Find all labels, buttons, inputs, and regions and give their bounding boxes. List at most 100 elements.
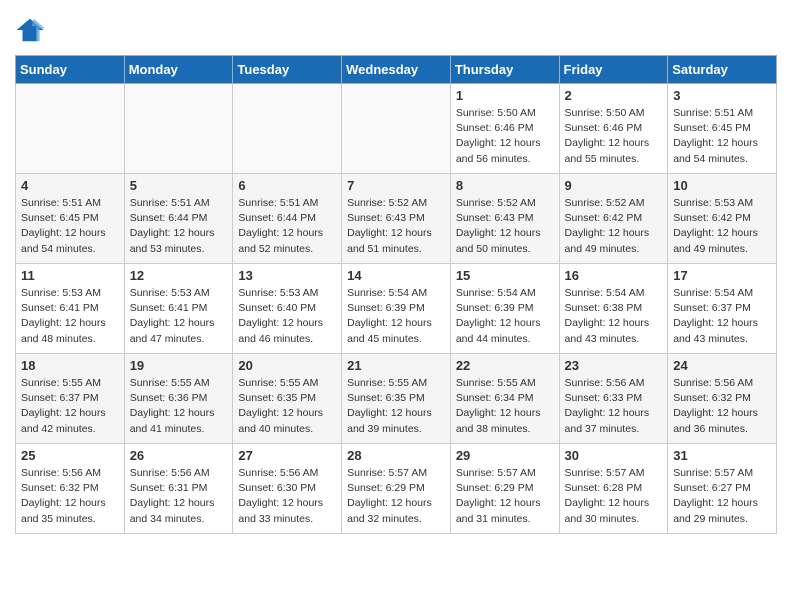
day-number: 31 bbox=[673, 448, 771, 463]
column-header-tuesday: Tuesday bbox=[233, 56, 342, 84]
day-info: Sunrise: 5:53 AM Sunset: 6:41 PM Dayligh… bbox=[21, 286, 119, 347]
calendar-cell: 15Sunrise: 5:54 AM Sunset: 6:39 PM Dayli… bbox=[450, 264, 559, 354]
day-info: Sunrise: 5:53 AM Sunset: 6:40 PM Dayligh… bbox=[238, 286, 336, 347]
day-info: Sunrise: 5:54 AM Sunset: 6:38 PM Dayligh… bbox=[565, 286, 663, 347]
calendar-cell bbox=[233, 84, 342, 174]
day-info: Sunrise: 5:53 AM Sunset: 6:42 PM Dayligh… bbox=[673, 196, 771, 257]
day-info: Sunrise: 5:52 AM Sunset: 6:42 PM Dayligh… bbox=[565, 196, 663, 257]
calendar-cell: 27 Sunrise: 5:56 AM Sunset: 6:30 PM Dayli… bbox=[233, 444, 342, 534]
day-info: Sunrise: 5:55 AM Sunset: 6:35 PM Dayligh… bbox=[238, 376, 336, 437]
day-number: 14 bbox=[347, 268, 445, 283]
calendar-cell: 20 Sunrise: 5:55 AM Sunset: 6:35 PM Dayli… bbox=[233, 354, 342, 444]
day-info: Sunrise: 5:53 AM Sunset: 6:41 PM Dayligh… bbox=[130, 286, 228, 347]
day-number: 13 bbox=[238, 268, 336, 283]
day-number: 19 bbox=[130, 358, 228, 373]
page-header bbox=[15, 15, 777, 45]
day-info: Sunrise: 5:52 AM Sunset: 6:43 PM Dayligh… bbox=[456, 196, 554, 257]
calendar-cell: 5 Sunrise: 5:51 AM Sunset: 6:44 PM Daylig… bbox=[124, 174, 233, 264]
day-number: 22 bbox=[456, 358, 554, 373]
calendar-cell bbox=[124, 84, 233, 174]
column-header-monday: Monday bbox=[124, 56, 233, 84]
calendar-header-row: SundayMondayTuesdayWednesdayThursdayFrid… bbox=[16, 56, 777, 84]
day-number: 4 bbox=[21, 178, 119, 193]
day-info: Sunrise: 5:54 AM Sunset: 6:39 PM Dayligh… bbox=[456, 286, 554, 347]
day-number: 26 bbox=[130, 448, 228, 463]
day-number: 5 bbox=[130, 178, 228, 193]
day-number: 10 bbox=[673, 178, 771, 193]
day-number: 30 bbox=[565, 448, 663, 463]
calendar-cell bbox=[342, 84, 451, 174]
calendar-cell: 4Sunrise: 5:51 AM Sunset: 6:45 PM Daylig… bbox=[16, 174, 125, 264]
day-number: 6 bbox=[238, 178, 336, 193]
day-info: Sunrise: 5:56 AM Sunset: 6:32 PM Dayligh… bbox=[673, 376, 771, 437]
column-header-thursday: Thursday bbox=[450, 56, 559, 84]
calendar-cell: 30 Sunrise: 5:57 AM Sunset: 6:28 PM Dayli… bbox=[559, 444, 668, 534]
calendar-cell: 29 Sunrise: 5:57 AM Sunset: 6:29 PM Dayli… bbox=[450, 444, 559, 534]
day-number: 9 bbox=[565, 178, 663, 193]
day-number: 8 bbox=[456, 178, 554, 193]
day-number: 3 bbox=[673, 88, 771, 103]
day-info: Sunrise: 5:57 AM Sunset: 6:28 PM Dayligh… bbox=[565, 466, 663, 527]
calendar-cell: 22Sunrise: 5:55 AM Sunset: 6:34 PM Dayli… bbox=[450, 354, 559, 444]
day-info: Sunrise: 5:57 AM Sunset: 6:29 PM Dayligh… bbox=[456, 466, 554, 527]
calendar-table: SundayMondayTuesdayWednesdayThursdayFrid… bbox=[15, 55, 777, 534]
day-number: 11 bbox=[21, 268, 119, 283]
calendar-cell: 21 Sunrise: 5:55 AM Sunset: 6:35 PM Dayli… bbox=[342, 354, 451, 444]
day-info: Sunrise: 5:54 AM Sunset: 6:39 PM Dayligh… bbox=[347, 286, 445, 347]
calendar-cell: 1 Sunrise: 5:50 AM Sunset: 6:46 PM Daylig… bbox=[450, 84, 559, 174]
calendar-cell: 10 Sunrise: 5:53 AM Sunset: 6:42 PM Dayli… bbox=[668, 174, 777, 264]
day-number: 29 bbox=[456, 448, 554, 463]
column-header-sunday: Sunday bbox=[16, 56, 125, 84]
day-info: Sunrise: 5:56 AM Sunset: 6:32 PM Dayligh… bbox=[21, 466, 119, 527]
day-number: 18 bbox=[21, 358, 119, 373]
day-info: Sunrise: 5:50 AM Sunset: 6:46 PM Dayligh… bbox=[456, 106, 554, 167]
calendar-cell: 18 Sunrise: 5:55 AM Sunset: 6:37 PM Dayli… bbox=[16, 354, 125, 444]
calendar-cell: 28 Sunrise: 5:57 AM Sunset: 6:29 PM Dayli… bbox=[342, 444, 451, 534]
calendar-cell: 14 Sunrise: 5:54 AM Sunset: 6:39 PM Dayli… bbox=[342, 264, 451, 354]
calendar-cell: 2Sunrise: 5:50 AM Sunset: 6:46 PM Daylig… bbox=[559, 84, 668, 174]
calendar-cell: 26 Sunrise: 5:56 AM Sunset: 6:31 PM Dayli… bbox=[124, 444, 233, 534]
day-number: 16 bbox=[565, 268, 663, 283]
day-number: 17 bbox=[673, 268, 771, 283]
day-info: Sunrise: 5:51 AM Sunset: 6:44 PM Dayligh… bbox=[130, 196, 228, 257]
day-number: 27 bbox=[238, 448, 336, 463]
day-info: Sunrise: 5:57 AM Sunset: 6:27 PM Dayligh… bbox=[673, 466, 771, 527]
calendar-cell: 23 Sunrise: 5:56 AM Sunset: 6:33 PM Dayli… bbox=[559, 354, 668, 444]
calendar-cell: 24 Sunrise: 5:56 AM Sunset: 6:32 PM Dayli… bbox=[668, 354, 777, 444]
day-info: Sunrise: 5:50 AM Sunset: 6:46 PM Dayligh… bbox=[565, 106, 663, 167]
day-number: 24 bbox=[673, 358, 771, 373]
calendar-week-row: 4Sunrise: 5:51 AM Sunset: 6:45 PM Daylig… bbox=[16, 174, 777, 264]
day-number: 28 bbox=[347, 448, 445, 463]
day-info: Sunrise: 5:51 AM Sunset: 6:45 PM Dayligh… bbox=[673, 106, 771, 167]
calendar-week-row: 11 Sunrise: 5:53 AM Sunset: 6:41 PM Dayli… bbox=[16, 264, 777, 354]
calendar-cell: 12 Sunrise: 5:53 AM Sunset: 6:41 PM Dayli… bbox=[124, 264, 233, 354]
day-info: Sunrise: 5:54 AM Sunset: 6:37 PM Dayligh… bbox=[673, 286, 771, 347]
calendar-cell: 31 Sunrise: 5:57 AM Sunset: 6:27 PM Dayli… bbox=[668, 444, 777, 534]
calendar-cell: 3 Sunrise: 5:51 AM Sunset: 6:45 PM Daylig… bbox=[668, 84, 777, 174]
calendar-week-row: 25 Sunrise: 5:56 AM Sunset: 6:32 PM Dayli… bbox=[16, 444, 777, 534]
calendar-cell: 17 Sunrise: 5:54 AM Sunset: 6:37 PM Dayli… bbox=[668, 264, 777, 354]
calendar-cell: 16 Sunrise: 5:54 AM Sunset: 6:38 PM Dayli… bbox=[559, 264, 668, 354]
day-number: 21 bbox=[347, 358, 445, 373]
day-info: Sunrise: 5:55 AM Sunset: 6:37 PM Dayligh… bbox=[21, 376, 119, 437]
day-info: Sunrise: 5:51 AM Sunset: 6:44 PM Dayligh… bbox=[238, 196, 336, 257]
day-info: Sunrise: 5:55 AM Sunset: 6:35 PM Dayligh… bbox=[347, 376, 445, 437]
logo-icon bbox=[15, 15, 45, 45]
day-number: 20 bbox=[238, 358, 336, 373]
calendar-cell: 13 Sunrise: 5:53 AM Sunset: 6:40 PM Dayli… bbox=[233, 264, 342, 354]
day-number: 1 bbox=[456, 88, 554, 103]
day-info: Sunrise: 5:56 AM Sunset: 6:31 PM Dayligh… bbox=[130, 466, 228, 527]
calendar-cell: 11 Sunrise: 5:53 AM Sunset: 6:41 PM Dayli… bbox=[16, 264, 125, 354]
day-number: 7 bbox=[347, 178, 445, 193]
day-info: Sunrise: 5:57 AM Sunset: 6:29 PM Dayligh… bbox=[347, 466, 445, 527]
calendar-cell: 19Sunrise: 5:55 AM Sunset: 6:36 PM Dayli… bbox=[124, 354, 233, 444]
calendar-week-row: 1 Sunrise: 5:50 AM Sunset: 6:46 PM Daylig… bbox=[16, 84, 777, 174]
day-info: Sunrise: 5:56 AM Sunset: 6:33 PM Dayligh… bbox=[565, 376, 663, 437]
day-number: 23 bbox=[565, 358, 663, 373]
column-header-saturday: Saturday bbox=[668, 56, 777, 84]
logo bbox=[15, 15, 49, 45]
day-number: 12 bbox=[130, 268, 228, 283]
day-info: Sunrise: 5:52 AM Sunset: 6:43 PM Dayligh… bbox=[347, 196, 445, 257]
day-number: 25 bbox=[21, 448, 119, 463]
day-info: Sunrise: 5:56 AM Sunset: 6:30 PM Dayligh… bbox=[238, 466, 336, 527]
